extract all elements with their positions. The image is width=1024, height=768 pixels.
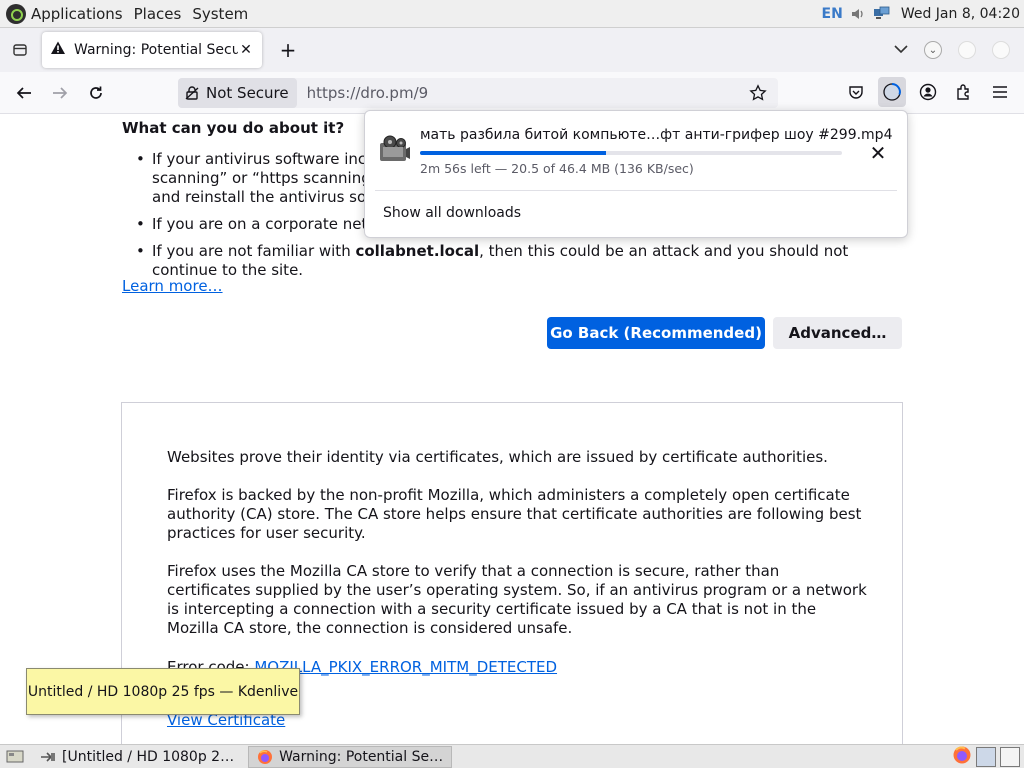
clock[interactable]: Wed Jan 8, 04:20 bbox=[901, 6, 1020, 22]
divider bbox=[375, 190, 897, 191]
domain-name: collabnet.local bbox=[355, 242, 480, 260]
show-all-downloads-button[interactable]: Show all downloads bbox=[383, 205, 521, 221]
bookmark-star-icon[interactable] bbox=[746, 84, 770, 102]
puzzle-icon bbox=[957, 84, 969, 100]
extensions-button[interactable] bbox=[950, 77, 978, 107]
account-icon bbox=[919, 83, 937, 101]
navigation-bar: Not Secure https://dro.pm/9 bbox=[0, 72, 1024, 114]
system-tray: EN Wed Jan 8, 04:20 bbox=[822, 6, 1024, 22]
advanced-button[interactable]: Advanced… bbox=[773, 317, 902, 349]
url-bar[interactable]: Not Secure https://dro.pm/9 bbox=[178, 78, 778, 108]
menu-applications[interactable]: Applications bbox=[31, 5, 123, 23]
network-icon[interactable] bbox=[873, 6, 891, 22]
download-status: 2m 56s left — 20.5 of 46.4 MB (136 KB/se… bbox=[420, 161, 694, 176]
taskbar-item-kdenlive[interactable]: [Untitled / HD 1080p 2… bbox=[32, 746, 242, 768]
tab-bar: Warning: Potential Security Risk Ahead ✕… bbox=[0, 28, 1024, 72]
app-menu-button[interactable] bbox=[986, 77, 1014, 107]
arrow-right-icon bbox=[53, 86, 68, 99]
close-window-button[interactable] bbox=[992, 41, 1010, 59]
menu-places[interactable]: Places bbox=[134, 5, 182, 23]
download-filename[interactable]: мать разбила битой компьюте…фт анти-гриф… bbox=[420, 127, 892, 143]
learn-more-link[interactable]: Learn more… bbox=[122, 277, 223, 295]
firefox-icon bbox=[258, 749, 273, 764]
url-text[interactable]: https://dro.pm/9 bbox=[307, 84, 746, 102]
advanced-paragraph: Websites prove their identity via certif… bbox=[167, 448, 828, 466]
account-button[interactable] bbox=[914, 77, 942, 107]
desktop-icon bbox=[6, 750, 24, 762]
taskbar-tooltip: Untitled / HD 1080p 25 fps — Kdenlive bbox=[26, 668, 300, 715]
reload-icon bbox=[90, 86, 102, 99]
taskbar-item-label: [Untitled / HD 1080p 2… bbox=[62, 748, 235, 765]
list-all-tabs-button[interactable] bbox=[894, 42, 908, 58]
bullet-text: If you are not familiar with bbox=[152, 242, 356, 260]
forward-button[interactable] bbox=[44, 77, 76, 109]
site-identity-button[interactable]: Not Secure bbox=[178, 78, 297, 108]
downloads-button[interactable] bbox=[878, 77, 906, 107]
taskbar: [Untitled / HD 1080p 2… Warning: Potenti… bbox=[0, 744, 1024, 768]
taskbar-item-label: Warning: Potential Se… bbox=[279, 748, 444, 765]
kdenlive-icon bbox=[41, 751, 55, 762]
video-file-icon bbox=[377, 133, 411, 167]
new-tab-button[interactable]: + bbox=[276, 38, 300, 62]
downloads-panel: мать разбила битой компьюте…фт анти-гриф… bbox=[364, 110, 908, 238]
volume-icon[interactable] bbox=[849, 6, 867, 22]
firefox-view-icon bbox=[13, 44, 27, 56]
workspace-1[interactable] bbox=[976, 746, 996, 767]
not-secure-label: Not Secure bbox=[206, 84, 289, 102]
minimize-window-button[interactable]: ⌄ bbox=[924, 41, 942, 59]
tab-warning[interactable]: Warning: Potential Security Risk Ahead ✕ bbox=[42, 32, 262, 68]
back-button[interactable] bbox=[8, 77, 40, 109]
keyboard-layout-indicator[interactable]: EN bbox=[822, 6, 843, 22]
firefox-launcher-icon[interactable] bbox=[952, 745, 972, 768]
menu-system[interactable]: System bbox=[192, 5, 248, 23]
download-progress-bar bbox=[420, 151, 842, 155]
warning-icon bbox=[50, 40, 66, 60]
download-progress-fill bbox=[420, 151, 606, 155]
list-item: If you are not familiar with collabnet.l… bbox=[136, 242, 896, 280]
pocket-icon bbox=[849, 86, 863, 99]
arrow-left-icon bbox=[16, 86, 31, 99]
maximize-window-button[interactable] bbox=[958, 41, 976, 59]
toolbar-right bbox=[842, 77, 1014, 107]
workspace-2[interactable] bbox=[1000, 746, 1020, 767]
distro-logo-icon[interactable] bbox=[6, 3, 26, 24]
go-back-button[interactable]: Go Back (Recommended) bbox=[547, 317, 765, 349]
advanced-paragraph: Firefox uses the Mozilla CA store to ver… bbox=[167, 562, 867, 637]
broken-lock-icon bbox=[185, 86, 199, 100]
tab-title: Warning: Potential Security Risk Ahead bbox=[74, 42, 238, 58]
hamburger-menu-icon bbox=[993, 86, 1007, 98]
pocket-button[interactable] bbox=[842, 77, 870, 107]
reload-button[interactable] bbox=[80, 77, 112, 109]
download-progress-icon bbox=[883, 83, 901, 101]
top-panel: Applications Places System EN Wed Jan 8,… bbox=[0, 0, 1024, 28]
firefox-view-button[interactable] bbox=[6, 36, 34, 64]
taskbar-item-firefox[interactable]: Warning: Potential Se… bbox=[248, 745, 453, 768]
cancel-download-icon[interactable]: ✕ bbox=[868, 141, 888, 165]
advanced-paragraph: Firefox is backed by the non-profit Mozi… bbox=[167, 486, 862, 542]
what-can-you-do-heading: What can you do about it? bbox=[122, 119, 345, 137]
chevron-down-icon bbox=[894, 45, 908, 54]
tab-close-icon[interactable]: ✕ bbox=[238, 42, 254, 58]
show-desktop-button[interactable] bbox=[4, 747, 26, 767]
